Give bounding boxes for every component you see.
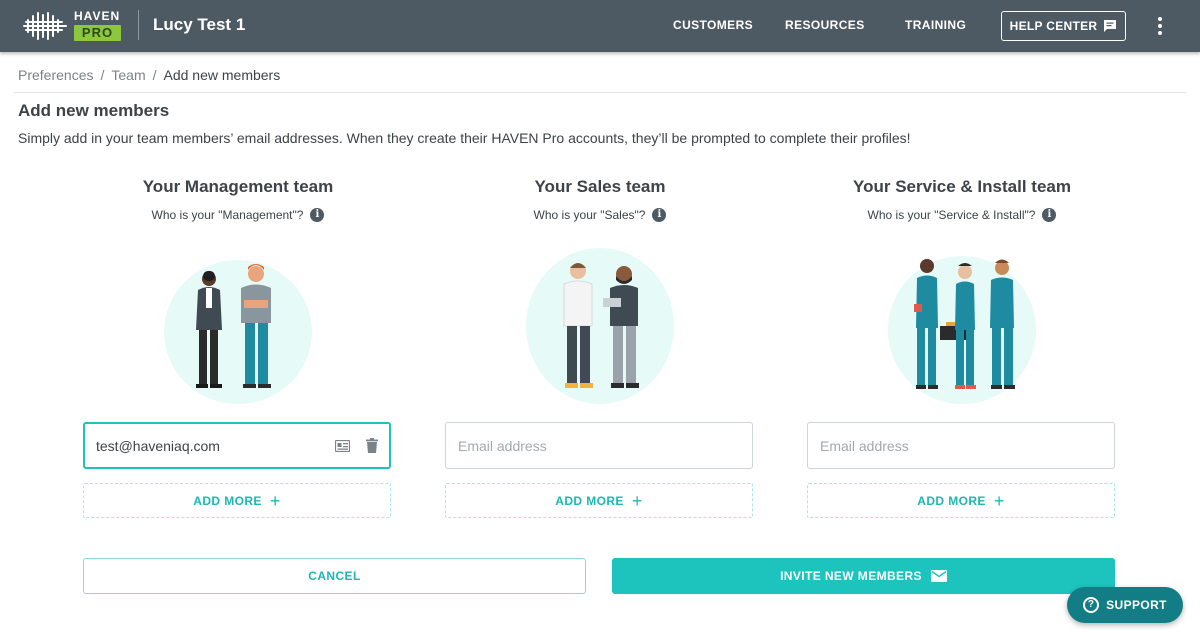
- nav-customers[interactable]: CUSTOMERS: [673, 18, 753, 32]
- nav-resources[interactable]: RESOURCES: [785, 18, 865, 32]
- management-team-heading: Your Management team: [142, 177, 334, 196]
- info-icon[interactable]: i: [1042, 208, 1057, 222]
- service-install-add-more-button[interactable]: ADD MORE +: [807, 483, 1115, 518]
- cancel-label: CANCEL: [308, 569, 361, 583]
- management-email-value: test@haveniaq.com: [96, 437, 220, 454]
- support-button[interactable]: ? SUPPORT: [1067, 587, 1183, 623]
- info-icon[interactable]: i: [652, 208, 667, 222]
- chat-icon: [1104, 20, 1117, 32]
- sales-question-text: Who is your "Sales"?: [533, 208, 646, 222]
- breadcrumb-divider: [14, 92, 1186, 93]
- management-team-question: Who is your "Management"? i: [83, 207, 393, 223]
- sales-team-question: Who is your "Sales"? i: [445, 207, 755, 223]
- logo-pro-badge: PRO: [74, 25, 121, 41]
- help-center-label: HELP CENTER: [1009, 19, 1098, 33]
- haven-pro-logo[interactable]: HAVEN PRO: [22, 9, 124, 43]
- management-question-text: Who is your "Management"?: [151, 208, 304, 222]
- plus-icon: +: [631, 490, 643, 511]
- more-menu-kebab-icon[interactable]: [1152, 15, 1168, 37]
- sales-team-section: Your Sales team Who is your "Sales"? i E…: [445, 176, 755, 518]
- topbar-divider: [138, 10, 139, 40]
- add-more-label: ADD MORE: [193, 493, 262, 508]
- trash-icon[interactable]: [366, 438, 378, 453]
- management-team-section: Your Management team Who is your "Manage…: [83, 176, 393, 518]
- cancel-button[interactable]: CANCEL: [83, 558, 586, 594]
- breadcrumb: Preferences / Team / Add new members: [18, 67, 280, 83]
- support-label: SUPPORT: [1106, 598, 1167, 612]
- breadcrumb-current: Add new members: [163, 67, 281, 83]
- sales-email-field[interactable]: Email address: [445, 422, 753, 469]
- breadcrumb-separator: /: [152, 67, 157, 83]
- info-icon[interactable]: i: [310, 208, 325, 222]
- contact-card-icon[interactable]: [335, 439, 350, 452]
- plus-icon: +: [993, 490, 1005, 511]
- invite-new-members-button[interactable]: INVITE NEW MEMBERS: [612, 558, 1115, 594]
- management-email-field[interactable]: test@haveniaq.com: [83, 422, 391, 469]
- logo-haven-text: HAVEN: [74, 9, 121, 23]
- management-team-illustration: [164, 260, 312, 404]
- sales-email-placeholder: Email address: [458, 437, 547, 454]
- question-icon: ?: [1083, 597, 1100, 613]
- breadcrumb-team[interactable]: Team: [111, 67, 145, 83]
- haven-logo-mark-icon: [23, 12, 67, 40]
- sales-team-illustration: [526, 248, 674, 404]
- add-more-label: ADD MORE: [917, 493, 986, 508]
- service-install-email-field[interactable]: Email address: [807, 422, 1115, 469]
- sales-team-heading: Your Sales team: [534, 177, 666, 196]
- service-install-email-placeholder: Email address: [820, 437, 909, 454]
- page-description: Simply add in your team members’ email a…: [18, 130, 911, 146]
- account-title: Lucy Test 1: [153, 15, 246, 34]
- add-more-label: ADD MORE: [555, 493, 624, 508]
- service-install-team-question: Who is your "Service & Install"? i: [807, 207, 1117, 223]
- nav-training[interactable]: TRAINING: [905, 18, 966, 32]
- envelope-icon: [930, 570, 947, 582]
- breadcrumb-preferences[interactable]: Preferences: [18, 67, 93, 83]
- service-install-question-text: Who is your "Service & Install"?: [867, 208, 1036, 222]
- management-add-more-button[interactable]: ADD MORE +: [83, 483, 391, 518]
- service-install-team-heading: Your Service & Install team: [853, 177, 1071, 196]
- top-bar: HAVEN PRO Lucy Test 1 CUSTOMERS RESOURCE…: [0, 0, 1200, 52]
- service-install-team-section: Your Service & Install team Who is your …: [807, 176, 1117, 518]
- plus-icon: +: [269, 490, 281, 511]
- service-install-team-illustration: [888, 256, 1036, 404]
- invite-label: INVITE NEW MEMBERS: [780, 569, 922, 583]
- breadcrumb-separator: /: [100, 67, 105, 83]
- help-center-button[interactable]: HELP CENTER: [1001, 11, 1126, 41]
- sales-add-more-button[interactable]: ADD MORE +: [445, 483, 753, 518]
- page-title: Add new members: [18, 101, 170, 120]
